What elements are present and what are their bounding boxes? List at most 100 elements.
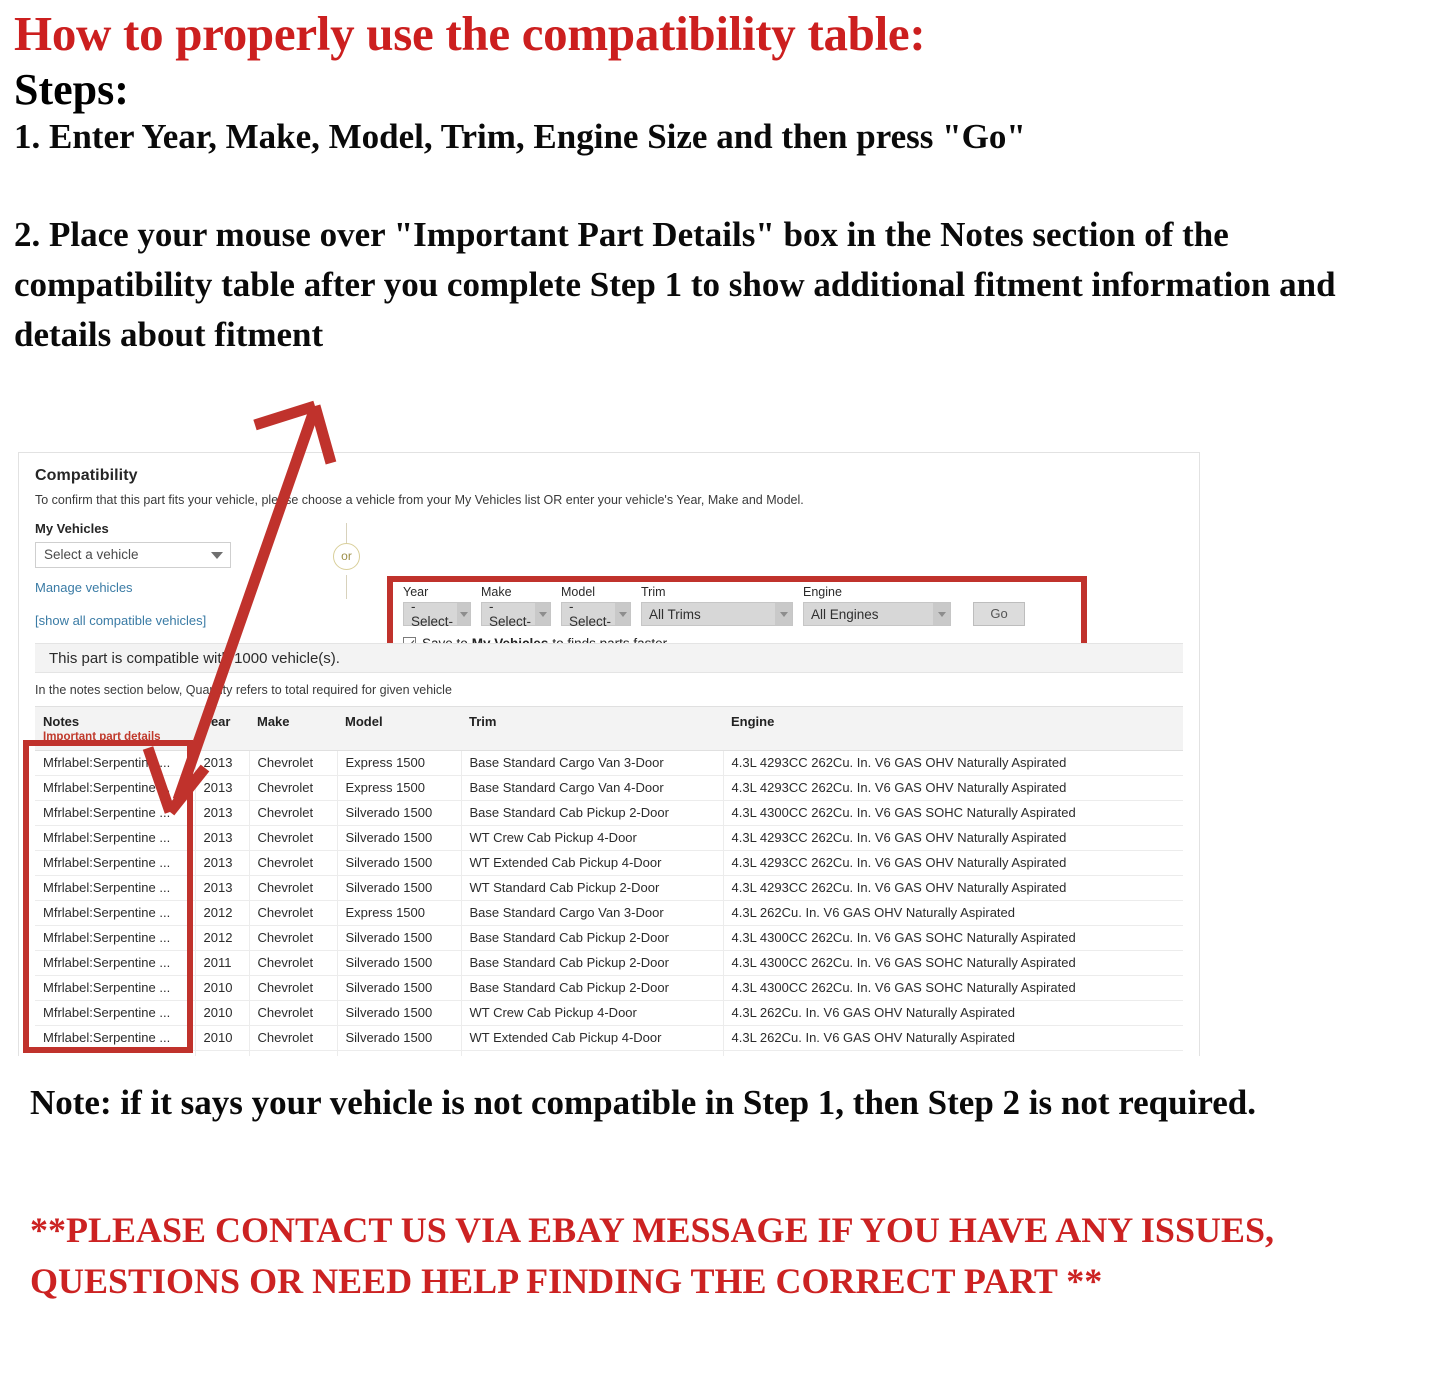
table-row: Mfrlabel:Serpentine ... 2013 Chevrolet Expr… xyxy=(35,775,1183,801)
row-year: 2013 xyxy=(195,875,250,901)
row-make: Chevrolet xyxy=(249,850,338,876)
row-notes[interactable]: Mfrlabel:Serpentine ... xyxy=(35,750,196,776)
row-model: Silverado 1500 xyxy=(337,1025,462,1051)
table-row: Mfrlabel:Serpentine ... 2013 Chevrolet Silv… xyxy=(35,800,1183,826)
row-notes[interactable]: Mfrlabel:Serpentine ... xyxy=(35,1025,196,1051)
go-button[interactable]: Go xyxy=(973,602,1025,626)
row-model: Silverado 1500 xyxy=(337,1000,462,1026)
row-notes[interactable]: Mfrlabel:Serpentine ... xyxy=(35,875,196,901)
compatibility-heading: Compatibility xyxy=(35,467,138,484)
make-select[interactable]: -Select- xyxy=(481,599,551,629)
vehicle-select-value: Select a vehicle xyxy=(44,547,139,562)
row-make: Chevrolet xyxy=(249,800,338,826)
row-model: Silverado 1500 xyxy=(337,975,462,1001)
table-row: Mfrlabel:Serpentine ...2010ChevroletSilv… xyxy=(35,1000,1183,1026)
table-body: Mfrlabel:Serpentine ... 2013 Chevrolet Expr… xyxy=(35,750,1183,1056)
chevron-down-icon xyxy=(457,603,470,625)
engine-field: Engine All Engines xyxy=(803,585,951,626)
row-trim: Base Standard Cab Pickup 2-Door xyxy=(461,800,724,826)
or-label: or xyxy=(333,543,360,570)
my-vehicles-label: My Vehicles xyxy=(35,521,109,536)
trim-select[interactable]: All Trims xyxy=(641,602,793,626)
row-trim: WT Crew Cab Pickup 4-Door xyxy=(461,825,724,851)
compatible-count-banner: This part is compatible with 1000 vehicl… xyxy=(35,643,1183,673)
row-trim: Base Standard Cab Pickup 2-Door xyxy=(461,925,724,951)
chevron-down-icon xyxy=(535,603,550,625)
header-make: Make xyxy=(249,706,337,751)
table-row: Mfrlabel:Serpentine ... 2013 Chevrolet Expr… xyxy=(35,750,1183,776)
row-notes[interactable]: Mfrlabel:Serpentine ... xyxy=(35,975,196,1001)
row-year: 2010 xyxy=(195,1000,250,1026)
contact-us-text: **PLEASE CONTACT US VIA EBAY MESSAGE IF … xyxy=(30,1210,1275,1302)
row-model: Express 1500 xyxy=(337,750,462,776)
chevron-down-icon xyxy=(775,603,792,625)
row-model: Silverado 1500 xyxy=(337,875,462,901)
row-notes[interactable]: Mfrlabel:Serpentine ... xyxy=(35,950,196,976)
manage-vehicles-link[interactable]: Manage vehicles xyxy=(35,580,265,595)
vehicle-selector-row: My Vehicles Select a vehicle Manage vehi… xyxy=(35,521,1183,660)
row-engine: 4.3L 4300CC 262Cu. In. V6 GAS SOHC Natur… xyxy=(723,975,1183,1001)
make-field: Make -Select- xyxy=(481,585,551,629)
header-year: Year xyxy=(195,706,249,751)
instructions-block: How to properly use the compatibility ta… xyxy=(14,6,1414,359)
row-year: 2010 xyxy=(195,1025,250,1051)
row-make: Chevrolet xyxy=(249,875,338,901)
row-notes[interactable]: Mfrlabel:Serpentine ... xyxy=(35,850,196,876)
important-part-details-label: Important part details xyxy=(43,731,161,743)
row-trim: WT Extended Cab Pickup 4-Door xyxy=(461,850,724,876)
header-trim: Trim xyxy=(461,706,723,751)
table-row: Mfrlabel:Serpentine ... 2013 Chevrolet Silv… xyxy=(35,825,1183,851)
row-trim: Base Standard Cab Pickup 2-Door xyxy=(461,975,724,1001)
row-notes[interactable]: Mfrlabel:Serpentine ... xyxy=(35,1000,196,1026)
row-make: Chevrolet xyxy=(249,825,338,851)
row-engine: 4.3L 4293CC 262Cu. In. V6 GAS OHV Natura… xyxy=(723,775,1183,801)
show-all-compatible-vehicles-link[interactable]: [show all compatible vehicles] xyxy=(35,613,206,628)
step-1-text: 1. Enter Year, Make, Model, Trim, Engine… xyxy=(14,117,1026,157)
vehicle-select-dropdown[interactable]: Select a vehicle xyxy=(35,542,231,568)
row-make: Chevrolet xyxy=(249,750,338,776)
row-year: 2010 xyxy=(195,975,250,1001)
engine-label: Engine xyxy=(803,585,842,599)
row-trim: WT Extended Cab Pickup 4-Door xyxy=(461,1025,724,1051)
header-notes: Notes Important part details xyxy=(35,706,195,751)
model-select[interactable]: -Select- xyxy=(561,599,631,629)
row-notes[interactable]: Mfrlabel:Serpentine ... xyxy=(35,900,196,926)
row-engine: 4.3L 4300CC 262Cu. In. V6 GAS SOHC Natur… xyxy=(723,800,1183,826)
row-notes[interactable]: Mfrlabel:Serpentine ... xyxy=(35,800,196,826)
row-notes[interactable]: Mfrlabel:Serpentine ... xyxy=(35,925,196,951)
trim-value: All Trims xyxy=(649,606,701,622)
row-make: Chevrolet xyxy=(249,925,338,951)
panel-bottom-mask xyxy=(0,1056,1445,1086)
row-notes[interactable]: Mfrlabel:Serpentine ... xyxy=(35,775,196,801)
make-value: -Select- xyxy=(489,599,532,629)
compatibility-panel: Compatibility To confirm that this part … xyxy=(18,452,1200,1056)
row-model: Silverado 1500 xyxy=(337,925,462,951)
row-engine: 4.3L 262Cu. In. V6 GAS OHV Naturally Asp… xyxy=(723,900,1183,926)
header-notes-label: Notes xyxy=(43,714,80,729)
table-row: Mfrlabel:Serpentine ... 2013 Chevrolet Silv… xyxy=(35,875,1183,901)
chevron-down-icon xyxy=(615,603,630,625)
row-trim: Base Standard Cargo Van 4-Door xyxy=(461,775,724,801)
page-title: How to properly use the compatibility ta… xyxy=(14,6,926,61)
row-model: Silverado 1500 xyxy=(337,950,462,976)
table-row: Mfrlabel:Serpentine ... 2012 Chevrolet Expr… xyxy=(35,900,1183,926)
row-make: Chevrolet xyxy=(249,900,338,926)
row-trim: WT Standard Cab Pickup 2-Door xyxy=(461,875,724,901)
row-year: 2013 xyxy=(195,825,250,851)
row-notes[interactable]: Mfrlabel:Serpentine ... xyxy=(35,825,196,851)
year-label: Year xyxy=(403,585,429,599)
row-trim: WT Crew Cab Pickup 4-Door xyxy=(461,1000,724,1026)
row-make: Chevrolet xyxy=(249,975,338,1001)
or-divider: or xyxy=(327,523,367,599)
steps-heading: Steps: xyxy=(14,64,129,114)
row-model: Express 1500 xyxy=(337,900,462,926)
row-trim: Base Standard Cargo Van 3-Door xyxy=(461,750,724,776)
quantity-note: In the notes section below, Quantity ref… xyxy=(35,683,452,697)
row-model: Express 1500 xyxy=(337,775,462,801)
or-divider-line-top xyxy=(346,523,347,545)
chevron-down-icon xyxy=(933,603,950,625)
year-select[interactable]: -Select- xyxy=(403,599,471,629)
engine-select[interactable]: All Engines xyxy=(803,602,951,626)
row-engine: 4.3L 4300CC 262Cu. In. V6 GAS SOHC Natur… xyxy=(723,950,1183,976)
row-year: 2013 xyxy=(195,750,250,776)
